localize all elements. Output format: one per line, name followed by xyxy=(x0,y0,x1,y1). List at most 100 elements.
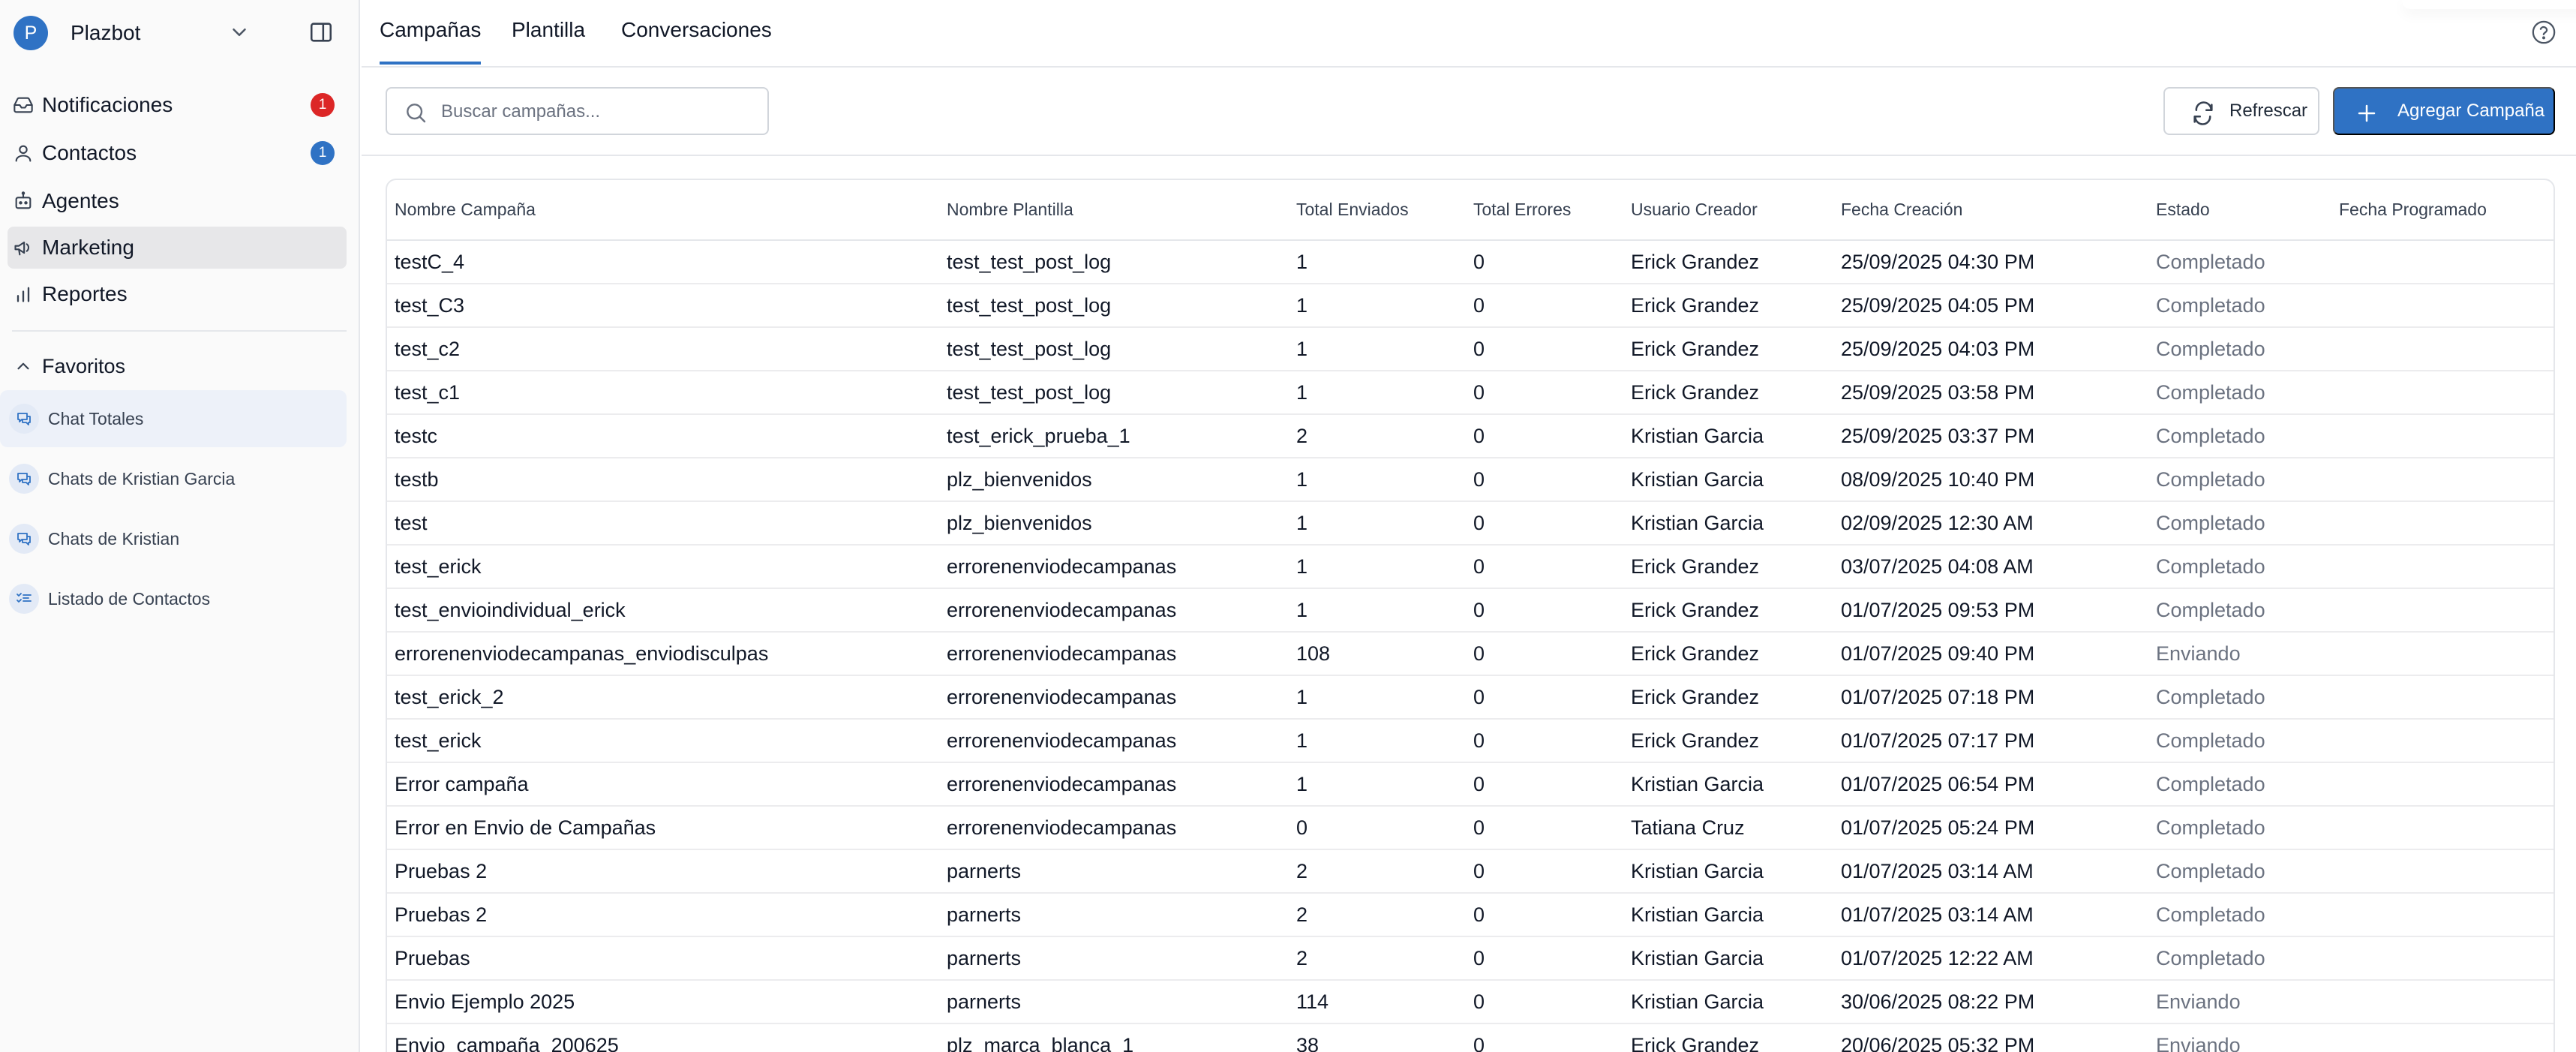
cell-nombre-campana: test_c1 xyxy=(387,371,939,415)
cell-nombre-plantilla: errorenenviodecampanas xyxy=(939,806,1289,850)
cell-usuario-creador: Erick Grandez xyxy=(1623,545,1833,589)
table-row[interactable]: testC_4 test_test_post_log 1 0 Erick Grandez… xyxy=(387,240,2553,284)
cell-usuario-creador: Kristian Garcia xyxy=(1623,762,1833,807)
cell-total-enviados: 0 xyxy=(1289,806,1466,850)
cell-nombre-plantilla: errorenenviodecampanas xyxy=(939,719,1289,763)
col-total-errores[interactable]: Total Errores xyxy=(1466,180,1623,241)
cell-nombre-campana: errorenenviodecampanas_enviodisculpas xyxy=(387,632,939,676)
cell-fecha-programado xyxy=(2331,719,2553,763)
cell-usuario-creador: Erick Grandez xyxy=(1623,632,1833,676)
cell-total-enviados: 1 xyxy=(1289,588,1466,633)
workspace-switcher[interactable]: P Plazbot xyxy=(14,15,347,51)
cell-usuario-creador: Kristian Garcia xyxy=(1623,936,1833,981)
cell-fecha-programado xyxy=(2331,327,2553,371)
col-estado[interactable]: Estado xyxy=(2148,180,2331,241)
table-row[interactable]: test plz_bienvenidos 1 0 Kristian Garcia 02/0… xyxy=(387,501,2553,546)
table-row[interactable]: test_envioindividual_erick errorenenviode… xyxy=(387,588,2553,633)
table-row[interactable]: test_erick errorenenviodecampanas 1 0 Erick … xyxy=(387,545,2553,589)
cell-fecha-creacion: 01/07/2025 03:14 AM xyxy=(1833,893,2148,937)
sidebar-toggle-icon[interactable] xyxy=(308,20,335,45)
table-row[interactable]: Error campaña errorenenviodecampanas 1 0 Kri… xyxy=(387,762,2553,807)
col-fecha-creacion[interactable]: Fecha Creación xyxy=(1833,180,2148,241)
table-row[interactable]: errorenenviodecampanas_enviodisculpas err… xyxy=(387,632,2553,676)
sidebar-item-label: Notificaciones xyxy=(42,93,173,116)
favorite-item-chat-totales[interactable]: Chat Totales xyxy=(0,390,347,447)
cell-fecha-creacion: 01/07/2025 03:14 AM xyxy=(1833,849,2148,894)
cell-nombre-plantilla: test_test_post_log xyxy=(939,371,1289,415)
tab-plantilla[interactable]: Plantilla xyxy=(512,18,585,65)
cell-estado: Completado xyxy=(2148,893,2331,937)
workspace-avatar: P xyxy=(14,16,48,50)
add-campaign-button[interactable]: Agregar Campaña xyxy=(2333,87,2555,135)
table-row[interactable]: test_erick_2 errorenenviodecampanas 1 0 Eric… xyxy=(387,675,2553,720)
cell-usuario-creador: Erick Grandez xyxy=(1623,371,1833,415)
cell-total-errores: 0 xyxy=(1466,806,1623,850)
cell-fecha-programado xyxy=(2331,806,2553,850)
cell-nombre-plantilla: test_test_post_log xyxy=(939,327,1289,371)
help-icon[interactable] xyxy=(2531,20,2556,45)
table-row[interactable]: Envio Ejemplo 2025 parnerts 114 0 Kristian G… xyxy=(387,980,2553,1024)
cell-nombre-plantilla: parnerts xyxy=(939,893,1289,937)
table-row[interactable]: test_c2 test_test_post_log 1 0 Erick Grandez… xyxy=(387,327,2553,371)
table-row[interactable]: Pruebas 2 parnerts 2 0 Kristian Garcia 01/07/… xyxy=(387,849,2553,894)
table-row[interactable]: testc test_erick_prueba_1 2 0 Kristian Garci… xyxy=(387,414,2553,458)
tab-campanas[interactable]: Campañas xyxy=(380,18,482,65)
table-row[interactable]: test_erick errorenenviodecampanas 1 0 Erick … xyxy=(387,719,2553,763)
cell-usuario-creador: Erick Grandez xyxy=(1623,327,1833,371)
cell-fecha-programado xyxy=(2331,675,2553,720)
inbox-icon xyxy=(12,94,35,116)
cell-fecha-programado xyxy=(2331,762,2553,807)
sidebar-divider xyxy=(12,330,347,332)
table-row[interactable]: Pruebas 2 parnerts 2 0 Kristian Garcia 01/07/… xyxy=(387,893,2553,937)
user-icon xyxy=(12,142,35,164)
cell-nombre-plantilla: parnerts xyxy=(939,936,1289,981)
cell-total-enviados: 2 xyxy=(1289,893,1466,937)
search-input[interactable] xyxy=(441,96,756,128)
favorite-item-label: Chat Totales xyxy=(48,408,144,428)
cell-fecha-programado xyxy=(2331,632,2553,676)
cell-usuario-creador: Tatiana Cruz xyxy=(1623,806,1833,850)
table-body: testC_4 test_test_post_log 1 0 Erick Grandez… xyxy=(387,240,2553,1052)
table-row[interactable]: Pruebas parnerts 2 0 Kristian Garcia 01/07/20… xyxy=(387,936,2553,981)
table-row[interactable]: Error en Envio de Campañas errorenenviode… xyxy=(387,806,2553,850)
tab-conversaciones[interactable]: Conversaciones xyxy=(621,18,772,65)
cell-usuario-creador: Kristian Garcia xyxy=(1623,458,1833,502)
cell-estado: Completado xyxy=(2148,849,2331,894)
col-nombre-plantilla[interactable]: Nombre Plantilla xyxy=(939,180,1289,241)
cell-estado: Completado xyxy=(2148,240,2331,284)
sidebar-item-agentes[interactable]: Agentes xyxy=(0,180,347,222)
cell-estado: Completado xyxy=(2148,675,2331,720)
cell-estado: Completado xyxy=(2148,936,2331,981)
sidebar-item-notificaciones[interactable]: Notificaciones 1 xyxy=(0,84,347,126)
cell-fecha-programado xyxy=(2331,501,2553,546)
search-campaigns xyxy=(386,87,769,135)
sidebar-item-marketing[interactable]: Marketing xyxy=(8,227,347,269)
favorite-item-listado-contactos[interactable]: Listado de Contactos xyxy=(0,570,347,627)
refresh-button[interactable]: Refrescar xyxy=(2163,87,2319,135)
cell-total-errores: 0 xyxy=(1466,1023,1623,1052)
cell-nombre-campana: testC_4 xyxy=(387,240,939,284)
col-usuario-creador[interactable]: Usuario Creador xyxy=(1623,180,1833,241)
cell-estado: Completado xyxy=(2148,719,2331,763)
cell-fecha-creacion: 01/07/2025 09:53 PM xyxy=(1833,588,2148,633)
col-fecha-programado[interactable]: Fecha Programado xyxy=(2331,180,2553,241)
table-row[interactable]: test_c1 test_test_post_log 1 0 Erick Grandez… xyxy=(387,371,2553,415)
sidebar-item-contactos[interactable]: Contactos 1 xyxy=(0,132,347,174)
chevron-down-icon[interactable] xyxy=(228,21,251,44)
cell-fecha-creacion: 02/09/2025 12:30 AM xyxy=(1833,501,2148,546)
table-row[interactable]: Envio_campaña_200625 plz_marca_blanca_1 38… xyxy=(387,1023,2553,1052)
col-nombre-campana[interactable]: Nombre Campaña xyxy=(387,180,939,241)
table-row[interactable]: test_C3 test_test_post_log 1 0 Erick Grandez… xyxy=(387,284,2553,328)
cell-total-enviados: 2 xyxy=(1289,936,1466,981)
col-total-enviados[interactable]: Total Enviados xyxy=(1289,180,1466,241)
favorites-toggle[interactable]: Favoritos xyxy=(14,351,125,381)
favorite-item-chats-kristian[interactable]: Chats de Kristian xyxy=(0,510,347,567)
cell-total-enviados: 1 xyxy=(1289,501,1466,546)
cell-estado: Completado xyxy=(2148,545,2331,589)
cell-nombre-campana: Envio Ejemplo 2025 xyxy=(387,980,939,1024)
favorite-item-chats-kristian-garcia[interactable]: Chats de Kristian Garcia xyxy=(0,450,347,507)
sidebar-item-reportes[interactable]: Reportes xyxy=(0,273,347,315)
cell-estado: Completado xyxy=(2148,327,2331,371)
cell-total-enviados: 2 xyxy=(1289,414,1466,458)
table-row[interactable]: testb plz_bienvenidos 1 0 Kristian Garcia 08/… xyxy=(387,458,2553,502)
